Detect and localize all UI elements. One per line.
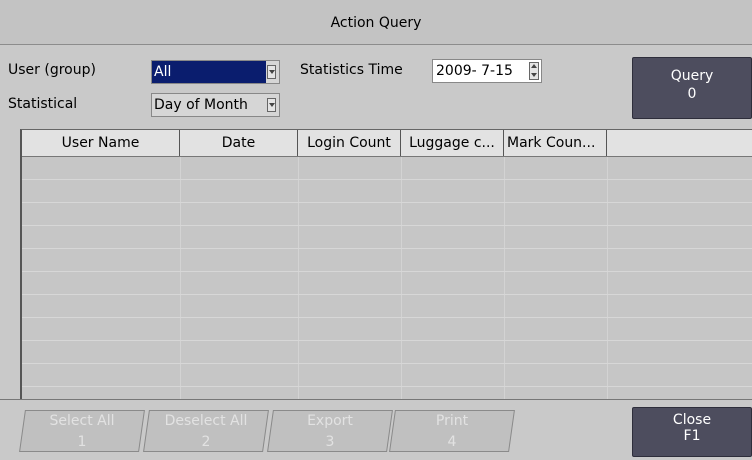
table-row[interactable] [22,295,752,318]
table-row[interactable] [22,364,752,387]
print-button[interactable]: Print 4 [389,410,515,452]
column-header-blank [607,130,752,156]
query-button[interactable]: Query 0 [632,57,752,119]
print-label: Print [435,413,469,429]
statistical-select[interactable]: Day of Month [151,93,280,117]
deselect-all-button[interactable]: Deselect All 2 [143,410,269,452]
export-button[interactable]: Export 3 [267,410,393,452]
dropdown-arrow-icon[interactable] [267,98,276,112]
select-all-key: 1 [77,434,87,450]
table-row[interactable] [22,272,752,295]
table-row[interactable] [22,318,752,341]
table-row[interactable] [22,249,752,272]
export-label: Export [307,413,353,429]
statistics-time-value: 2009- 7-15 [436,63,513,79]
column-header-date[interactable]: Date [180,130,298,156]
table-row[interactable] [22,203,752,226]
table-row[interactable] [22,341,752,364]
results-table[interactable]: User Name Date Login Count Luggage c... … [20,129,752,399]
select-all-button[interactable]: Select All 1 [19,410,145,452]
table-row[interactable] [22,157,752,180]
close-button-label: Close [672,412,712,428]
user-group-select[interactable]: All [151,60,280,84]
column-header-login-count[interactable]: Login Count [298,130,401,156]
deselect-all-label: Deselect All [164,413,248,429]
statistical-label: Statistical [8,96,78,112]
table-body[interactable] [22,157,752,399]
spin-up-icon[interactable] [531,64,537,68]
close-button[interactable]: Close F1 [632,407,752,457]
user-group-value: All [152,61,266,83]
table-header: User Name Date Login Count Luggage c... … [22,130,752,157]
date-spinner[interactable] [529,62,539,80]
table-row[interactable] [22,387,752,399]
statistical-value: Day of Month [154,97,248,113]
statistics-time-field[interactable]: 2009- 7-15 [432,59,542,83]
column-header-luggage-count[interactable]: Luggage c... [401,130,504,156]
statistics-time-label: Statistics Time [300,62,403,78]
close-button-key: F1 [683,428,701,444]
export-key: 3 [325,434,335,450]
print-key: 4 [447,434,457,450]
deselect-all-key: 2 [201,434,211,450]
dropdown-arrow-icon[interactable] [267,65,276,79]
window-title: Action Query [0,0,752,45]
query-button-key: 0 [687,86,697,102]
query-button-label: Query [670,68,714,84]
spin-down-icon[interactable] [531,73,537,77]
user-group-label: User (group) [8,62,96,78]
select-all-label: Select All [49,413,115,429]
column-header-user-name[interactable]: User Name [22,130,180,156]
table-row[interactable] [22,226,752,249]
column-header-mark-count[interactable]: Mark Coun... [504,130,607,156]
table-row[interactable] [22,180,752,203]
